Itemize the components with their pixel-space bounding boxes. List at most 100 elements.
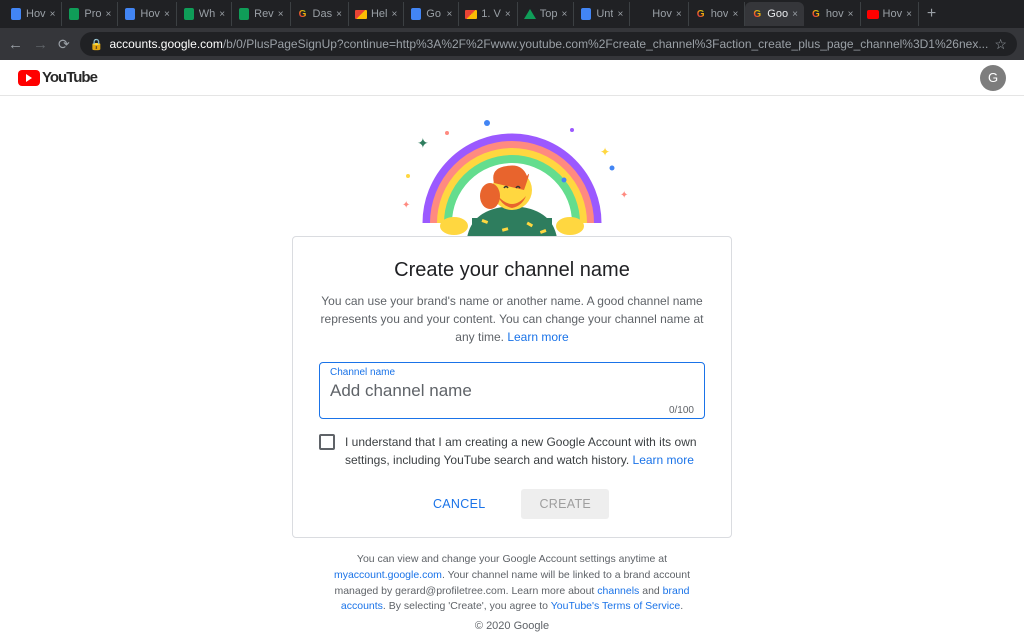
consent-learn-more-link[interactable]: Learn more <box>633 453 694 467</box>
tab-title: hov <box>826 8 844 20</box>
youtube-logo-text: YouTube <box>42 69 97 86</box>
cancel-button[interactable]: CANCEL <box>415 489 504 519</box>
browser-tab[interactable]: Wh× <box>177 2 232 26</box>
consent-text: I understand that I am creating a new Go… <box>345 433 705 469</box>
browser-tab[interactable]: Ghov× <box>689 2 746 26</box>
browser-tab[interactable]: GDas× <box>291 2 349 26</box>
tab-close-icon[interactable]: × <box>106 9 112 20</box>
channel-name-input-wrap[interactable]: Channel name 0/100 <box>319 362 705 419</box>
tab-title: hov <box>711 8 729 20</box>
tab-favicon: G <box>810 8 822 20</box>
footnote-text: . By selecting 'Create', you agree to <box>383 600 551 612</box>
reload-button[interactable]: ⟳ <box>58 36 70 53</box>
learn-more-link[interactable]: Learn more <box>507 330 568 344</box>
tab-close-icon[interactable]: × <box>50 9 56 20</box>
url-domain: accounts.google.com <box>109 37 222 51</box>
browser-tab[interactable]: Hel× <box>349 2 404 26</box>
browser-tab[interactable]: G Goo × <box>745 2 804 26</box>
tab-close-icon[interactable]: × <box>732 9 738 20</box>
url-text: accounts.google.com/b/0/PlusPageSignUp?c… <box>109 37 988 51</box>
browser-tab[interactable]: Ghov × <box>804 2 861 26</box>
content-wrap: ✦ ✦ ✦ ✦ Create your channel name You can… <box>0 96 1024 615</box>
tab-favicon <box>10 8 22 20</box>
consent-row: I understand that I am creating a new Go… <box>319 433 705 469</box>
create-button[interactable]: CREATE <box>521 489 609 519</box>
avatar[interactable]: G <box>980 65 1006 91</box>
tab-favicon: G <box>751 8 763 20</box>
tab-favicon <box>238 8 250 20</box>
footnote-text: and <box>639 585 662 597</box>
tab-close-icon[interactable]: × <box>505 9 511 20</box>
tab-favicon <box>410 8 422 20</box>
tab-close-icon[interactable]: × <box>792 9 798 20</box>
tab-favicon: G <box>695 8 707 20</box>
channel-name-input[interactable] <box>330 378 694 404</box>
tab-title: Top <box>540 8 558 20</box>
browser-tab[interactable]: Hov× <box>4 2 62 26</box>
tab-close-icon[interactable]: × <box>848 9 854 20</box>
youtube-header: YouTube G <box>0 60 1024 96</box>
tab-title: Unt <box>596 8 613 20</box>
card-title: Create your channel name <box>319 259 705 282</box>
tos-link[interactable]: YouTube's Terms of Service <box>551 600 680 612</box>
address-bar[interactable]: 🔒 accounts.google.com/b/0/PlusPageSignUp… <box>80 32 1017 56</box>
tab-close-icon[interactable]: × <box>561 9 567 20</box>
tab-strip: Hov×Pro×Hov×Wh×Rev×GDas×Hel×Go×1. V×Top×… <box>0 0 1024 28</box>
tab-title: Rev <box>254 8 274 20</box>
hero-illustration: ✦ ✦ ✦ ✦ <box>372 108 652 238</box>
bookmark-star-icon[interactable]: ☆ <box>994 36 1007 53</box>
youtube-logo[interactable]: YouTube <box>18 69 97 86</box>
tab-close-icon[interactable]: × <box>906 9 912 20</box>
back-button[interactable]: ← <box>8 36 23 53</box>
browser-tab[interactable]: Rev × <box>232 2 290 26</box>
tab-favicon: G <box>297 8 309 20</box>
svg-text:✦: ✦ <box>417 135 429 151</box>
tab-title: Go <box>426 8 442 20</box>
browser-tab[interactable]: Unt × <box>574 2 630 26</box>
page-content: YouTube G <box>0 60 1024 640</box>
browser-tab[interactable]: Hov × <box>630 2 688 26</box>
tab-title: Wh <box>199 8 216 20</box>
tab-title: Pro <box>84 8 101 20</box>
tab-title: Goo <box>767 8 788 20</box>
tab-close-icon[interactable]: × <box>676 9 682 20</box>
tab-close-icon[interactable]: × <box>278 9 284 20</box>
tab-close-icon[interactable]: × <box>164 9 170 20</box>
channels-link[interactable]: channels <box>597 585 639 597</box>
tab-title: Hov <box>883 8 903 20</box>
tab-favicon <box>124 8 136 20</box>
tab-favicon <box>355 8 367 20</box>
footnote-text: . <box>680 600 683 612</box>
tab-favicon <box>524 8 536 20</box>
tab-title: Hel <box>371 8 388 20</box>
svg-text:✦: ✦ <box>620 190 628 201</box>
browser-tab[interactable]: 1. V× <box>459 2 517 26</box>
consent-checkbox[interactable] <box>319 434 335 450</box>
forward-button[interactable]: → <box>33 36 48 53</box>
tab-favicon <box>580 8 592 20</box>
tab-close-icon[interactable]: × <box>617 9 623 20</box>
card-subtitle: You can use your brand's name or another… <box>319 292 705 346</box>
url-path: /b/0/PlusPageSignUp?continue=http%3A%2F%… <box>223 37 989 51</box>
copyright: © 2020 Google <box>0 620 1024 632</box>
browser-tab[interactable]: Hov× <box>861 2 919 26</box>
tab-favicon <box>465 8 477 20</box>
tab-close-icon[interactable]: × <box>391 9 397 20</box>
svg-text:✦: ✦ <box>402 200 410 211</box>
browser-tab[interactable]: Go × <box>404 2 459 26</box>
tab-close-icon[interactable]: × <box>336 9 342 20</box>
browser-tab[interactable]: Pro × <box>62 2 118 26</box>
tab-title: Hov <box>140 8 160 20</box>
tab-close-icon[interactable]: × <box>219 9 225 20</box>
youtube-play-icon <box>18 70 40 86</box>
char-count: 0/100 <box>330 405 694 416</box>
new-tab-button[interactable]: + <box>919 5 944 23</box>
footnote-text: You can view and change your Google Acco… <box>357 553 667 565</box>
tab-close-icon[interactable]: × <box>446 9 452 20</box>
tab-title: Hov <box>652 8 672 20</box>
channel-name-label: Channel name <box>330 367 694 378</box>
browser-tab[interactable]: Top× <box>518 2 575 26</box>
button-row: CANCEL CREATE <box>319 489 705 519</box>
browser-tab[interactable]: Hov × <box>118 2 176 26</box>
myaccount-link[interactable]: myaccount.google.com <box>334 569 442 581</box>
